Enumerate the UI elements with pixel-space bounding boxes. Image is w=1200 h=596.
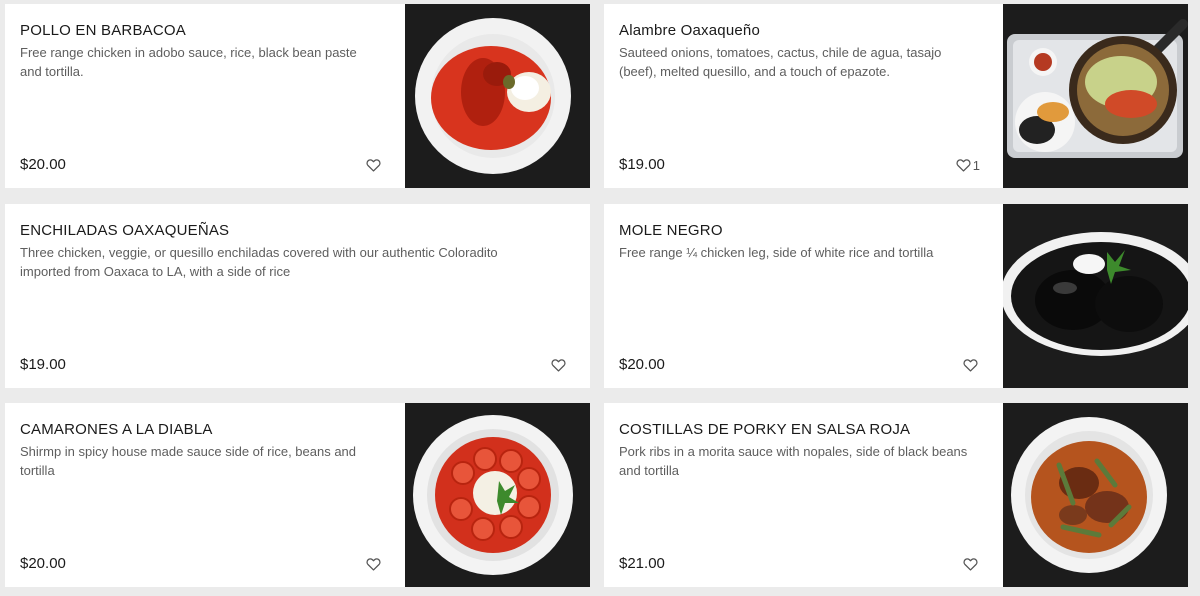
menu-item-card[interactable]: POLLO EN BARBACOA Free range chicken in … — [5, 4, 590, 188]
menu-item-card[interactable]: CAMARONES A LA DIABLA Shirmp in spicy ho… — [5, 403, 590, 587]
menu-item-name: COSTILLAS DE PORKY EN SALSA ROJA — [619, 421, 911, 438]
menu-item-price: $20.00 — [619, 356, 665, 373]
menu-item-price: $20.00 — [20, 555, 66, 572]
dish-photo — [405, 403, 590, 587]
menu-item-price: $19.00 — [20, 356, 66, 373]
favorite-button[interactable] — [963, 555, 980, 573]
heart-outline-icon — [551, 359, 566, 372]
dish-photo — [1003, 4, 1188, 188]
dish-photo — [1003, 403, 1188, 587]
menu-item-name: Alambre Oaxaqueño — [619, 22, 760, 39]
menu-item-name: ENCHILADAS OAXAQUEÑAS — [20, 222, 230, 239]
menu-item-card[interactable]: Alambre Oaxaqueño Sauteed onions, tomato… — [604, 4, 1188, 188]
menu-item-description: Shirmp in spicy house made sauce side of… — [20, 444, 357, 478]
menu-item-price: $21.00 — [619, 555, 665, 572]
menu-item-description: Sauteed onions, tomatoes, cactus, chile … — [619, 45, 942, 79]
menu-item-name: POLLO EN BARBACOA — [20, 22, 186, 39]
favorite-count: 1 — [972, 157, 980, 173]
menu-item-description: Three chicken, veggie, or quesillo enchi… — [20, 245, 498, 279]
heart-outline-icon — [963, 359, 978, 372]
favorite-button[interactable] — [366, 555, 383, 573]
menu-item-description: Free range ¼ chicken leg, side of white … — [619, 245, 934, 260]
menu-item-name: CAMARONES A LA DIABLA — [20, 421, 213, 438]
heart-outline-icon — [956, 159, 971, 172]
menu-item-description: Pork ribs in a morita sauce with nopales… — [619, 444, 968, 478]
menu-item-card[interactable]: MOLE NEGRO Free range ¼ chicken leg, sid… — [604, 204, 1188, 388]
dish-photo — [1003, 204, 1188, 388]
menu-item-card[interactable]: ENCHILADAS OAXAQUEÑAS Three chicken, veg… — [5, 204, 590, 388]
favorite-button[interactable] — [963, 356, 980, 374]
favorite-button[interactable]: 1 — [956, 156, 980, 174]
heart-outline-icon — [366, 558, 381, 571]
favorite-button[interactable] — [551, 356, 568, 374]
menu-item-description: Free range chicken in adobo sauce, rice,… — [20, 45, 357, 79]
heart-outline-icon — [963, 558, 978, 571]
menu-item-card[interactable]: COSTILLAS DE PORKY EN SALSA ROJA Pork ri… — [604, 403, 1188, 587]
heart-outline-icon — [366, 159, 381, 172]
dish-photo — [405, 4, 590, 188]
menu-item-price: $20.00 — [20, 156, 66, 173]
menu-item-price: $19.00 — [619, 156, 665, 173]
favorite-button[interactable] — [366, 156, 383, 174]
menu-item-name: MOLE NEGRO — [619, 222, 723, 239]
